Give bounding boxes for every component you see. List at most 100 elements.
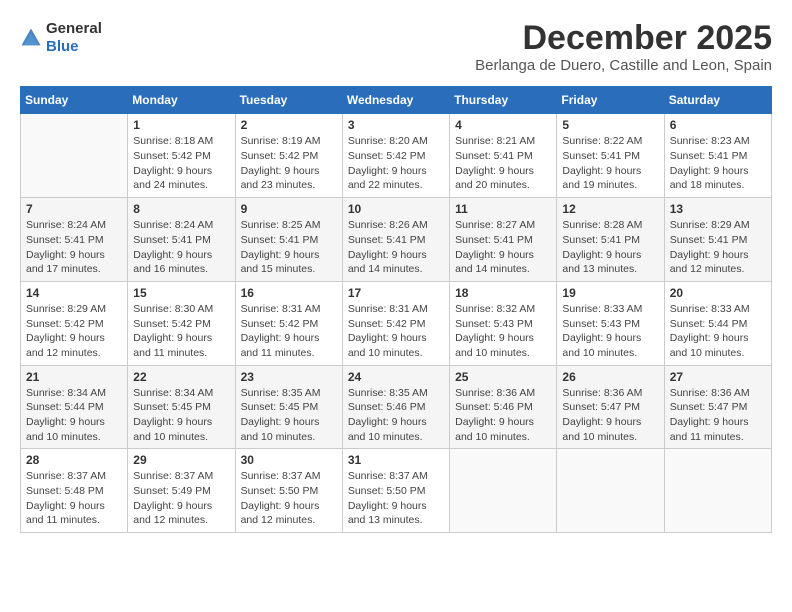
day-info: Sunrise: 8:33 AM Sunset: 5:44 PM Dayligh… xyxy=(670,302,766,361)
header-saturday: Saturday xyxy=(664,87,771,114)
header-tuesday: Tuesday xyxy=(235,87,342,114)
calendar-cell: 10Sunrise: 8:26 AM Sunset: 5:41 PM Dayli… xyxy=(342,198,449,282)
day-info: Sunrise: 8:19 AM Sunset: 5:42 PM Dayligh… xyxy=(241,134,337,193)
calendar-cell: 8 Sunrise: 8:24 AM Sunset: 5:41 PM Daylig… xyxy=(128,198,235,282)
day-number: 13 xyxy=(670,202,766,216)
day-info: Sunrise: 8:21 AM Sunset: 5:41 PM Dayligh… xyxy=(455,134,551,193)
header: General Blue December 2025 Berlanga de D… xyxy=(20,20,772,82)
day-number: 9 xyxy=(241,202,337,216)
logo-text-general: General xyxy=(46,20,102,37)
day-number: 16 xyxy=(241,286,337,300)
calendar-cell: 25 Sunrise: 8:36 AM Sunset: 5:46 PM Dayli… xyxy=(450,365,557,449)
calendar-cell: 17Sunrise: 8:31 AM Sunset: 5:42 PM Dayli… xyxy=(342,281,449,365)
day-number: 23 xyxy=(241,370,337,384)
day-number: 12 xyxy=(562,202,658,216)
calendar-cell: 9 Sunrise: 8:25 AM Sunset: 5:41 PM Daylig… xyxy=(235,198,342,282)
logo: General Blue xyxy=(20,20,102,56)
logo-text-blue: Blue xyxy=(46,38,79,55)
calendar-cell: 2 Sunrise: 8:19 AM Sunset: 5:42 PM Daylig… xyxy=(235,114,342,198)
calendar-cell: 11Sunrise: 8:27 AM Sunset: 5:41 PM Dayli… xyxy=(450,198,557,282)
day-info: Sunrise: 8:36 AM Sunset: 5:47 PM Dayligh… xyxy=(562,386,658,445)
header-thursday: Thursday xyxy=(450,87,557,114)
day-number: 6 xyxy=(670,118,766,132)
page-container: General Blue December 2025 Berlanga de D… xyxy=(20,20,772,533)
day-number: 3 xyxy=(348,118,444,132)
calendar-cell: 12 Sunrise: 8:28 AM Sunset: 5:41 PM Dayli… xyxy=(557,198,664,282)
header-monday: Monday xyxy=(128,87,235,114)
calendar-cell: 18Sunrise: 8:32 AM Sunset: 5:43 PM Dayli… xyxy=(450,281,557,365)
day-number: 2 xyxy=(241,118,337,132)
header-friday: Friday xyxy=(557,87,664,114)
calendar-cell: 23Sunrise: 8:35 AM Sunset: 5:45 PM Dayli… xyxy=(235,365,342,449)
calendar-cell: 20 Sunrise: 8:33 AM Sunset: 5:44 PM Dayli… xyxy=(664,281,771,365)
calendar-table: Sunday Monday Tuesday Wednesday Thursday… xyxy=(20,86,772,533)
calendar-week-row: 21 Sunrise: 8:34 AM Sunset: 5:44 PM Dayli… xyxy=(21,365,772,449)
day-info: Sunrise: 8:37 AM Sunset: 5:48 PM Dayligh… xyxy=(26,469,122,528)
day-number: 31 xyxy=(348,453,444,467)
subtitle: Berlanga de Duero, Castille and Leon, Sp… xyxy=(475,57,772,74)
calendar-cell: 30 Sunrise: 8:37 AM Sunset: 5:50 PM Dayli… xyxy=(235,449,342,533)
calendar-cell: 1 Sunrise: 8:18 AM Sunset: 5:42 PM Daylig… xyxy=(128,114,235,198)
day-number: 19 xyxy=(562,286,658,300)
day-info: Sunrise: 8:35 AM Sunset: 5:46 PM Dayligh… xyxy=(348,386,444,445)
calendar-cell: 6 Sunrise: 8:23 AM Sunset: 5:41 PM Daylig… xyxy=(664,114,771,198)
calendar-cell: 31Sunrise: 8:37 AM Sunset: 5:50 PM Dayli… xyxy=(342,449,449,533)
day-number: 21 xyxy=(26,370,122,384)
calendar-cell xyxy=(21,114,128,198)
calendar-week-row: 14 Sunrise: 8:29 AM Sunset: 5:42 PM Dayli… xyxy=(21,281,772,365)
day-number: 4 xyxy=(455,118,551,132)
calendar-cell: 26 Sunrise: 8:36 AM Sunset: 5:47 PM Dayli… xyxy=(557,365,664,449)
calendar-cell: 16 Sunrise: 8:31 AM Sunset: 5:42 PM Dayli… xyxy=(235,281,342,365)
day-number: 1 xyxy=(133,118,229,132)
day-info: Sunrise: 8:37 AM Sunset: 5:50 PM Dayligh… xyxy=(241,469,337,528)
day-info: Sunrise: 8:29 AM Sunset: 5:41 PM Dayligh… xyxy=(670,218,766,277)
day-info: Sunrise: 8:23 AM Sunset: 5:41 PM Dayligh… xyxy=(670,134,766,193)
day-info: Sunrise: 8:27 AM Sunset: 5:41 PM Dayligh… xyxy=(455,218,551,277)
day-info: Sunrise: 8:24 AM Sunset: 5:41 PM Dayligh… xyxy=(133,218,229,277)
calendar-cell: 21 Sunrise: 8:34 AM Sunset: 5:44 PM Dayli… xyxy=(21,365,128,449)
calendar-cell: 5 Sunrise: 8:22 AM Sunset: 5:41 PM Daylig… xyxy=(557,114,664,198)
day-number: 20 xyxy=(670,286,766,300)
day-number: 30 xyxy=(241,453,337,467)
days-header-row: Sunday Monday Tuesday Wednesday Thursday… xyxy=(21,87,772,114)
header-wednesday: Wednesday xyxy=(342,87,449,114)
title-block: December 2025 Berlanga de Duero, Castill… xyxy=(475,20,772,82)
calendar-cell xyxy=(557,449,664,533)
day-number: 17 xyxy=(348,286,444,300)
day-info: Sunrise: 8:22 AM Sunset: 5:41 PM Dayligh… xyxy=(562,134,658,193)
calendar-cell xyxy=(664,449,771,533)
day-info: Sunrise: 8:34 AM Sunset: 5:44 PM Dayligh… xyxy=(26,386,122,445)
day-info: Sunrise: 8:28 AM Sunset: 5:41 PM Dayligh… xyxy=(562,218,658,277)
calendar-cell: 13 Sunrise: 8:29 AM Sunset: 5:41 PM Dayli… xyxy=(664,198,771,282)
day-info: Sunrise: 8:32 AM Sunset: 5:43 PM Dayligh… xyxy=(455,302,551,361)
calendar-cell: 19Sunrise: 8:33 AM Sunset: 5:43 PM Dayli… xyxy=(557,281,664,365)
calendar-cell: 27Sunrise: 8:36 AM Sunset: 5:47 PM Dayli… xyxy=(664,365,771,449)
day-number: 14 xyxy=(26,286,122,300)
day-number: 5 xyxy=(562,118,658,132)
day-info: Sunrise: 8:34 AM Sunset: 5:45 PM Dayligh… xyxy=(133,386,229,445)
day-info: Sunrise: 8:31 AM Sunset: 5:42 PM Dayligh… xyxy=(241,302,337,361)
day-info: Sunrise: 8:29 AM Sunset: 5:42 PM Dayligh… xyxy=(26,302,122,361)
day-number: 24 xyxy=(348,370,444,384)
calendar-cell: 24 Sunrise: 8:35 AM Sunset: 5:46 PM Dayli… xyxy=(342,365,449,449)
calendar-cell xyxy=(450,449,557,533)
day-info: Sunrise: 8:25 AM Sunset: 5:41 PM Dayligh… xyxy=(241,218,337,277)
calendar-week-row: 28 Sunrise: 8:37 AM Sunset: 5:48 PM Dayli… xyxy=(21,449,772,533)
day-number: 15 xyxy=(133,286,229,300)
day-info: Sunrise: 8:20 AM Sunset: 5:42 PM Dayligh… xyxy=(348,134,444,193)
day-info: Sunrise: 8:36 AM Sunset: 5:46 PM Dayligh… xyxy=(455,386,551,445)
calendar-cell: 7Sunrise: 8:24 AM Sunset: 5:41 PM Daylig… xyxy=(21,198,128,282)
day-number: 28 xyxy=(26,453,122,467)
header-sunday: Sunday xyxy=(21,87,128,114)
day-info: Sunrise: 8:24 AM Sunset: 5:41 PM Dayligh… xyxy=(26,218,122,277)
day-number: 10 xyxy=(348,202,444,216)
day-info: Sunrise: 8:18 AM Sunset: 5:42 PM Dayligh… xyxy=(133,134,229,193)
day-number: 25 xyxy=(455,370,551,384)
calendar-cell: 28 Sunrise: 8:37 AM Sunset: 5:48 PM Dayli… xyxy=(21,449,128,533)
day-info: Sunrise: 8:36 AM Sunset: 5:47 PM Dayligh… xyxy=(670,386,766,445)
day-info: Sunrise: 8:37 AM Sunset: 5:49 PM Dayligh… xyxy=(133,469,229,528)
calendar-week-row: 1 Sunrise: 8:18 AM Sunset: 5:42 PM Daylig… xyxy=(21,114,772,198)
day-number: 26 xyxy=(562,370,658,384)
day-number: 8 xyxy=(133,202,229,216)
main-title: December 2025 xyxy=(475,20,772,57)
